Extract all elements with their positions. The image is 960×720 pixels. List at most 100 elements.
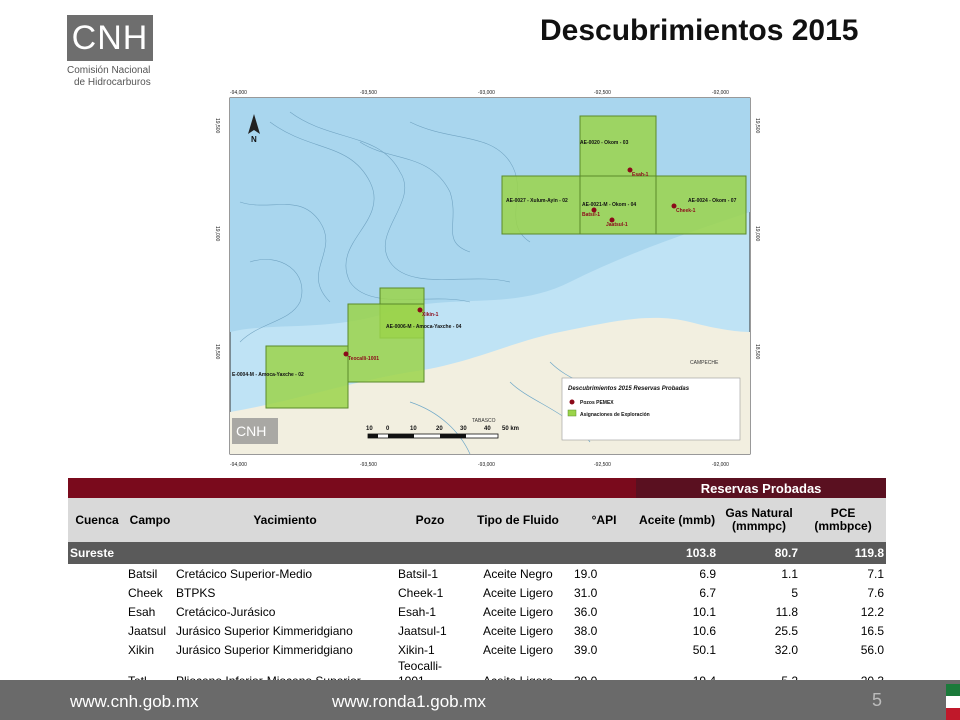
col-header: Pozo [396, 498, 464, 542]
table-row: Xikin Jurásico Superior Kimmeridgiano Xi… [68, 640, 886, 659]
footer-link-cnh[interactable]: www.cnh.gob.mx [70, 692, 199, 712]
col-header: Tipo de Fluido [464, 498, 572, 542]
north-label: N [251, 135, 257, 144]
block-ae-0027 [501, 175, 581, 235]
cell-pce: 7.1 [867, 566, 885, 581]
block-label: AE-0006-M - Amoca-Yaxche - 04 [386, 324, 462, 330]
slide-title: Descubrimientos 2015 [540, 14, 859, 47]
cell-aceite: 50.1 [692, 642, 717, 657]
summary-gas: 80.7 [718, 542, 801, 564]
place-label: TABASCO [472, 418, 496, 424]
lon-tick: -94,000 [230, 462, 247, 468]
cell-pozo: Esah-1 [398, 604, 437, 619]
cell-api: 39.0 [574, 642, 598, 657]
map-legend: Descubrimientos 2015 Reservas Probadas P… [561, 377, 741, 441]
block-label: AE-0020 - Okom - 03 [580, 140, 629, 146]
cell-gas: 11.8 [775, 604, 799, 619]
cell-pozo: Jaatsul-1 [398, 623, 447, 638]
scale-label: 40 [484, 426, 491, 432]
cell-gas: 25.5 [774, 623, 799, 638]
group-header-reservas: Reservas Probadas [636, 478, 887, 498]
table-group-header-row: Reservas Probadas [68, 478, 887, 498]
cell-yacimiento: Jurásico Superior Kimmeridgiano [176, 623, 353, 638]
scale-label: 30 [460, 426, 467, 432]
flag-stripe-icon [946, 684, 960, 720]
table-row: Cheek BTPKS Cheek-1 Aceite Ligero 31.0 6… [68, 583, 886, 602]
cell-api: 38.0 [574, 623, 598, 638]
cell-pozo: Batsil-1 [398, 566, 439, 581]
reserves-table: Reservas Probadas Cuenca Campo Yacimient… [68, 478, 887, 689]
legend-title: Descubrimientos 2015 Reservas Probadas [568, 386, 690, 392]
cnh-logo: CNH [67, 15, 153, 61]
cell-pce: 16.5 [860, 623, 885, 638]
table-row: Batsil Cretácico Superior-Medio Batsil-1… [68, 564, 886, 583]
cell-api: 31.0 [574, 585, 598, 600]
cell-pozo: Cheek-1 [398, 585, 444, 600]
well-label: Jaatsul-1 [606, 222, 628, 228]
cell-campo: Esah [128, 604, 156, 619]
table-header-row: Cuenca Campo Yacimiento Pozo Tipo de Flu… [68, 498, 887, 542]
block-ae-0006-b [347, 303, 425, 383]
cell-gas: 1.1 [781, 566, 799, 581]
lon-tick: -92,500 [594, 90, 611, 96]
lat-tick: 18,500 [754, 344, 760, 360]
page-number: 5 [872, 690, 883, 710]
legend-item: Asignaciones de Exploración [580, 412, 650, 418]
cell-aceite: 6.9 [699, 566, 717, 581]
cell-yacimiento: Cretácico-Jurásico [176, 604, 276, 619]
legend-item: Pozos PEMEX [580, 400, 614, 406]
summary-aceite: 103.8 [636, 542, 719, 564]
cell-pozo: Xikin-1 [398, 642, 435, 657]
well-label: Cheek-1 [676, 208, 696, 214]
summary-pce: 119.8 [800, 542, 887, 564]
cell-gas: 5 [791, 585, 799, 600]
cell-fluido: Aceite Ligero [482, 642, 554, 657]
cell-api: 19.0 [574, 566, 598, 581]
watermark-text: CNH [236, 423, 266, 439]
cell-pce: 56.0 [860, 642, 885, 657]
col-header: Aceite (mmb) [636, 498, 719, 542]
lat-tick: 19,500 [214, 118, 220, 134]
well-label: Esah-1 [632, 172, 649, 178]
block-label: AE-0027 - Xulum-Ayin - 02 [506, 198, 568, 204]
block-label: AE-0024 - Okom - 07 [688, 198, 737, 204]
lat-tick: 19,500 [754, 118, 760, 134]
block-ae-0020 [579, 115, 657, 177]
exploration-map: AE-0020 - Okom - 03 AE-0027 - Xulum-Ayin… [210, 82, 770, 472]
lon-tick: -92,000 [712, 462, 729, 468]
cell-pce: 7.6 [867, 585, 885, 600]
footer-link-ronda1[interactable]: www.ronda1.gob.mx [332, 692, 486, 712]
cell-api: 36.0 [574, 604, 598, 619]
lon-tick: -93,000 [478, 462, 495, 468]
col-header: °API [572, 498, 637, 542]
table-row: Jaatsul Jurásico Superior Kimmeridgiano … [68, 621, 886, 640]
well-label: Batsil-1 [582, 212, 600, 218]
lon-tick: -94,000 [230, 90, 247, 96]
cell-fluido: Aceite Ligero [482, 604, 554, 619]
cell-aceite: 10.1 [692, 604, 717, 619]
cnh-map-watermark: CNH [232, 418, 278, 444]
col-header: Cuenca [68, 498, 126, 542]
col-header: Campo [126, 498, 174, 542]
well-label: Xikin-1 [422, 312, 439, 318]
col-header: Gas Natural (mmmpc) [718, 498, 801, 542]
cell-yacimiento: BTPKS [176, 585, 216, 600]
col-header: Yacimiento [174, 498, 396, 542]
cell-campo: Xikin [128, 642, 155, 657]
scale-label: 10 [366, 426, 373, 432]
lon-tick: -93,000 [478, 90, 495, 96]
cell-pce: 12.2 [860, 604, 885, 619]
lon-tick: -92,500 [594, 462, 611, 468]
lat-tick: 19,000 [754, 226, 760, 242]
table-summary-row: Sureste 103.8 80.7 119.8 [68, 542, 887, 564]
cell-campo: Jaatsul [128, 623, 167, 638]
cell-fluido: Aceite Ligero [482, 623, 554, 638]
cell-fluido: Aceite Negro [483, 566, 553, 581]
scale-label: 20 [436, 426, 443, 432]
place-label: CAMPECHE [690, 360, 719, 366]
lon-tick: -93,500 [360, 462, 377, 468]
legend-block-icon [567, 409, 577, 417]
col-header: PCE (mmbpce) [800, 498, 887, 542]
cell-fluido: Aceite Ligero [482, 585, 554, 600]
cell-aceite: 6.7 [699, 585, 717, 600]
